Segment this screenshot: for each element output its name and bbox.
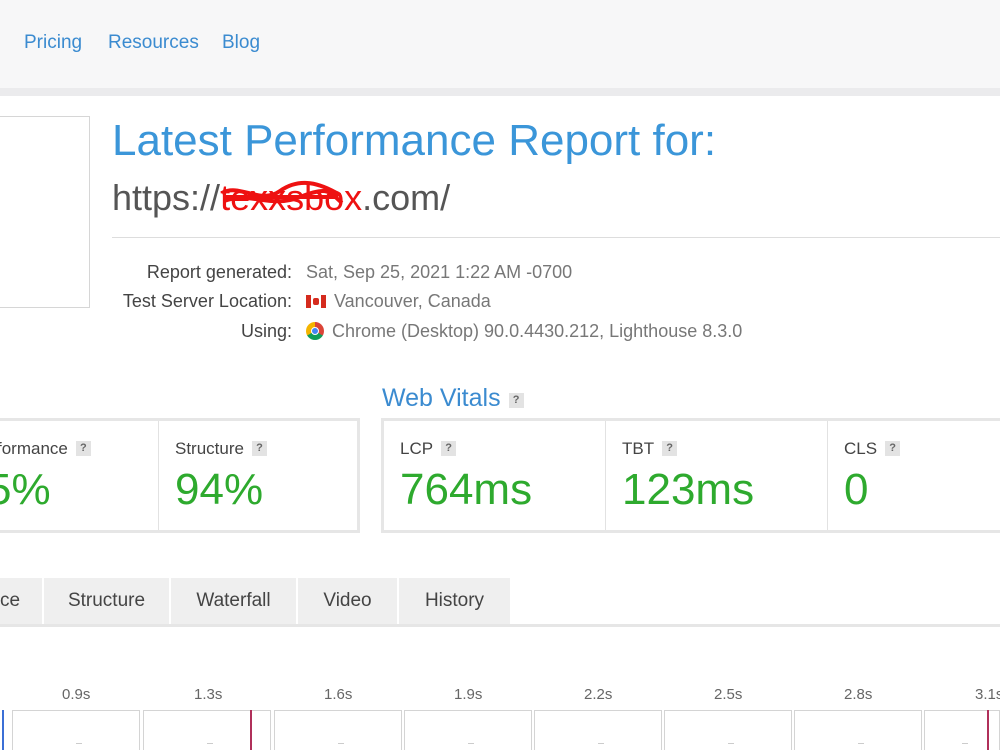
timeline-marker-lcp — [250, 710, 252, 750]
meta-value-using: Chrome (Desktop) 90.0.4430.212, Lighthou… — [332, 321, 743, 341]
timeline-tick: 0.9s — [62, 686, 91, 703]
report-url[interactable]: https://texxsbox .com/ — [112, 177, 450, 219]
help-icon[interactable]: ? — [441, 441, 457, 456]
help-icon[interactable]: ? — [885, 441, 901, 456]
redaction-scribble — [221, 180, 344, 205]
grade-performance: formance? 5% — [0, 421, 159, 530]
tab-performance[interactable]: ce — [0, 578, 44, 624]
grade-performance-label: formance? — [0, 439, 91, 459]
meta-label-using: Using: — [240, 321, 292, 341]
nav-resources-link[interactable]: Resources — [108, 32, 199, 54]
timeline-marker-onload — [987, 710, 989, 750]
timeline-tick: 2.5s — [714, 686, 743, 703]
title-divider — [112, 237, 1000, 238]
tab-structure[interactable]: Structure — [44, 578, 171, 624]
nav-pricing-link[interactable]: Pricing — [24, 32, 82, 54]
vital-lcp-label: LCP? — [400, 439, 457, 459]
grade-performance-value: 5% — [0, 465, 51, 514]
timeline-tick: 1.9s — [454, 686, 483, 703]
tab-waterfall[interactable]: Waterfall — [171, 578, 298, 624]
timeline-marker-fcp — [2, 710, 4, 750]
tab-history[interactable]: History — [399, 578, 510, 624]
vital-tbt-value: 123ms — [622, 465, 755, 514]
filmstrip-frame[interactable] — [794, 710, 922, 750]
header-divider — [0, 88, 1000, 96]
filmstrip-frame[interactable] — [12, 710, 140, 750]
chrome-icon — [306, 322, 324, 340]
filmstrip-frame[interactable] — [274, 710, 402, 750]
grade-structure-value: 94% — [175, 465, 264, 514]
vital-cls-label: CLS? — [844, 439, 901, 459]
meta-value-report-generated: Sat, Sep 25, 2021 1:22 AM -0700 — [306, 262, 573, 282]
page-screenshot-thumbnail[interactable] — [0, 116, 90, 308]
grade-structure: Structure? 94% — [159, 421, 357, 530]
web-vitals-card: LCP? 764ms TBT? 123ms CLS? 0 — [381, 418, 1000, 533]
timeline-tick: 3.1s — [975, 686, 1000, 703]
report-title: Latest Performance Report for: — [112, 116, 717, 165]
vital-lcp: LCP? 764ms — [384, 421, 606, 530]
tab-video[interactable]: Video — [298, 578, 399, 624]
meta-server-location: Vancouver, Canada — [306, 291, 491, 312]
web-vitals-help-icon[interactable]: ? — [508, 393, 524, 408]
vital-tbt-label: TBT? — [622, 439, 678, 459]
filmstrip-frame[interactable] — [404, 710, 532, 750]
tabs-underline — [0, 624, 1000, 627]
meta-browser: Chrome (Desktop) 90.0.4430.212, Lighthou… — [306, 321, 742, 342]
filmstrip-frame[interactable] — [534, 710, 662, 750]
url-suffix: .com/ — [362, 177, 451, 218]
vital-cls-value: 0 — [844, 465, 869, 514]
meta-value-server-location: Vancouver, Canada — [334, 291, 491, 311]
timeline-tick: 2.8s — [844, 686, 873, 703]
web-vitals-heading: Web Vitals? — [382, 384, 524, 413]
redacted-domain: texxsbox — [220, 177, 362, 219]
vital-lcp-value: 764ms — [400, 465, 533, 514]
filmstrip-frame[interactable] — [664, 710, 792, 750]
timeline-tick: 1.6s — [324, 686, 353, 703]
meta-label-server-location: Test Server Location: — [122, 291, 292, 311]
top-navigation: Pricing Resources Blog — [0, 0, 1000, 88]
url-prefix: https:// — [112, 177, 221, 218]
help-icon[interactable]: ? — [251, 441, 267, 456]
web-vitals-title: Web Vitals — [382, 384, 501, 412]
canada-flag-icon — [306, 295, 326, 308]
gtmetrix-grade-card: formance? 5% Structure? 94% — [0, 418, 360, 533]
timeline-tick: 2.2s — [584, 686, 613, 703]
help-icon[interactable]: ? — [75, 441, 91, 456]
grade-structure-label: Structure? — [175, 439, 267, 459]
report-tabs: ce Structure Waterfall Video History — [0, 578, 510, 624]
help-icon[interactable]: ? — [662, 441, 678, 456]
vital-tbt: TBT? 123ms — [606, 421, 828, 530]
timeline-tick: 1.3s — [194, 686, 223, 703]
meta-label-report-generated: Report generated: — [146, 262, 292, 282]
nav-blog-link[interactable]: Blog — [222, 32, 260, 54]
vital-cls: CLS? 0 — [828, 421, 1000, 530]
